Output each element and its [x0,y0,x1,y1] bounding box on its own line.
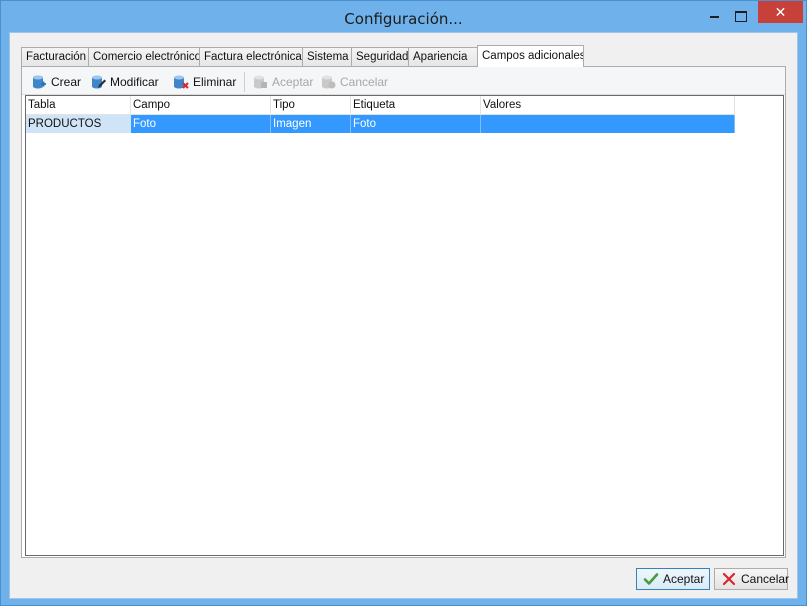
fields-table[interactable]: Tabla Campo Tipo Etiqueta Valores PRODUC… [25,95,784,556]
aceptar-toolbar-button[interactable]: Aceptar [252,73,316,91]
toolbar-separator [244,72,245,92]
crear-button[interactable]: Crear [31,73,83,91]
maximize-button[interactable] [727,1,753,23]
close-icon: ✕ [774,4,787,20]
tab-campos-adicionales[interactable]: Campos adicionales [477,45,584,67]
cancelar-button-label: Cancelar [741,572,790,586]
aceptar-toolbar-label: Aceptar [272,75,314,89]
checkmark-icon [643,573,659,585]
column-header-tipo[interactable]: Tipo [271,96,351,115]
eliminar-button[interactable]: Eliminar [173,73,241,91]
modificar-button[interactable]: Modificar [90,73,172,91]
x-icon [722,572,736,586]
window-title: Configuración... [344,10,463,28]
close-button[interactable]: ✕ [758,1,803,23]
tab-facturacion[interactable]: Facturación [21,47,89,66]
cell-tabla[interactable]: PRODUCTOS [26,115,131,133]
cell-etiqueta[interactable]: Foto [351,115,481,133]
database-edit-icon [92,75,106,89]
tab-seguridad[interactable]: Seguridad [351,47,409,66]
modificar-label: Modificar [110,75,159,89]
column-header-valores[interactable]: Valores [481,96,735,115]
tab-panel: Crear Modificar Eliminar Aceptar Cancela… [21,66,786,558]
cancelar-button[interactable]: Cancelar [714,568,790,590]
column-header-etiqueta[interactable]: Etiqueta [351,96,481,115]
crear-label: Crear [51,75,82,89]
database-delete-icon [174,75,189,89]
tab-sistema[interactable]: Sistema [302,47,352,66]
column-header-tabla[interactable]: Tabla [26,96,131,115]
table-row[interactable]: PRODUCTOS Foto Imagen Foto [26,115,735,133]
tab-apariencia[interactable]: Apariencia [408,47,478,66]
cell-campo[interactable]: Foto [131,115,271,133]
database-add-icon [33,75,46,89]
cancelar-toolbar-button[interactable]: Cancelar [320,73,390,91]
table-header: Tabla Campo Tipo Etiqueta Valores [26,96,735,115]
database-save-icon [254,75,267,89]
aceptar-button-label: Aceptar [663,572,705,586]
dialog-body: Facturación Comercio electrónico Factura… [9,32,798,599]
eliminar-label: Eliminar [193,75,237,89]
column-header-campo[interactable]: Campo [131,96,271,115]
tab-factura-electronica[interactable]: Factura electrónica [199,47,303,66]
aceptar-button[interactable]: Aceptar [636,568,710,590]
cell-valores[interactable] [481,115,735,133]
cancelar-toolbar-label: Cancelar [340,75,389,89]
tab-comercio-electronico[interactable]: Comercio electrónico [88,47,200,66]
minimize-button[interactable] [699,1,729,23]
database-cancel-icon [322,75,336,89]
cell-tipo[interactable]: Imagen [271,115,351,133]
config-window: Configuración... ✕ Facturación Comercio … [0,0,807,606]
toolbar: Crear Modificar Eliminar Aceptar Cancela… [22,67,785,95]
